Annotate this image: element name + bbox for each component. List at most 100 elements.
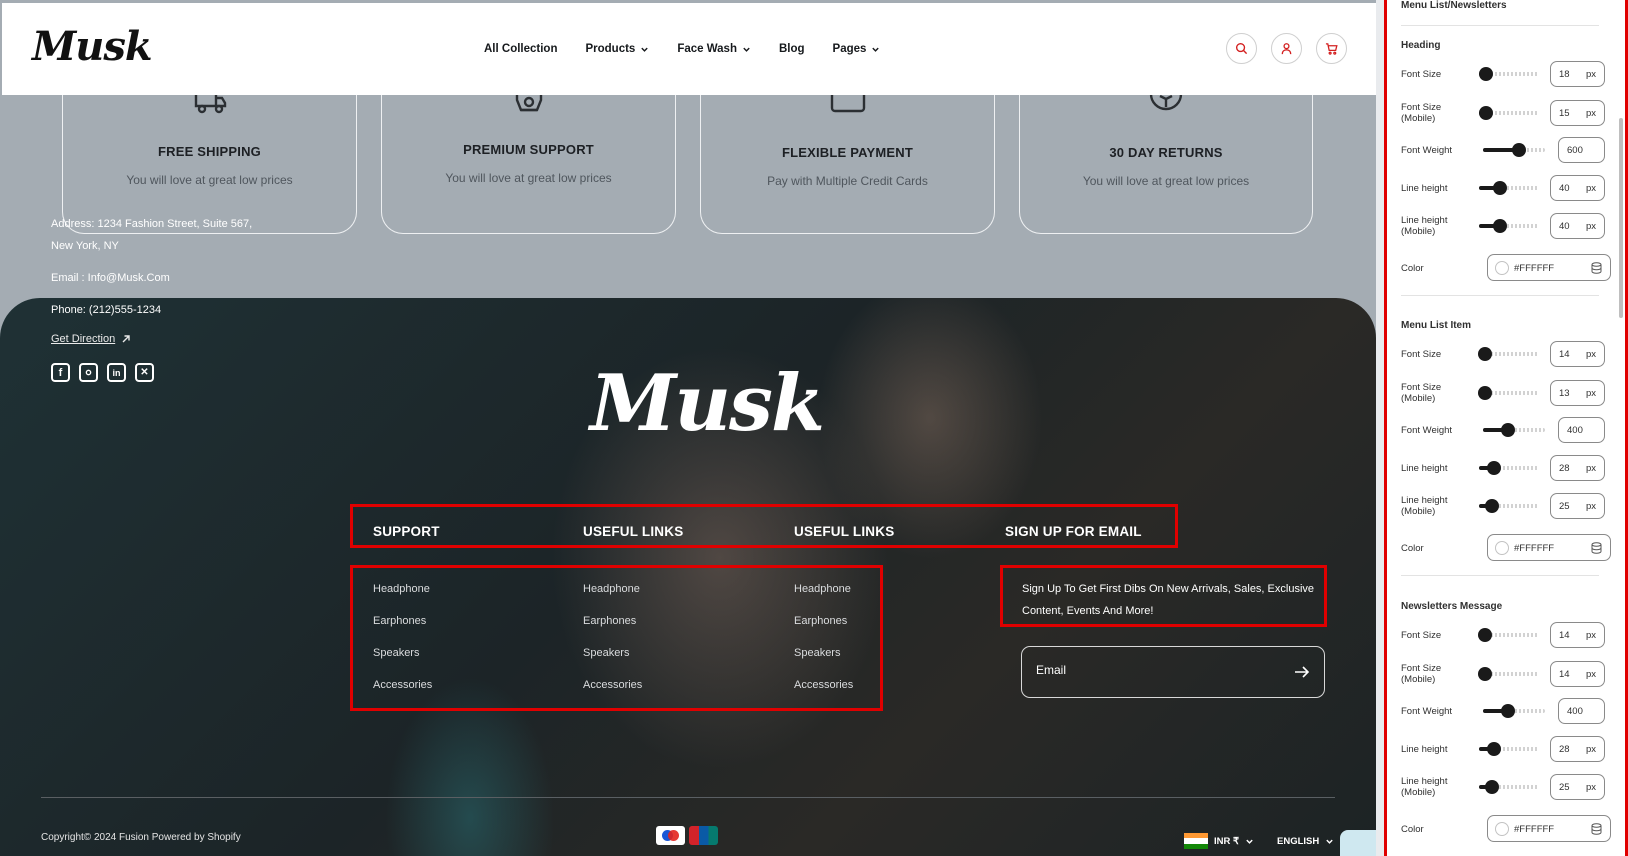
color-picker[interactable]: #FFFFFF: [1487, 254, 1611, 281]
currency-selector[interactable]: INR ₹: [1184, 833, 1254, 849]
range-slider[interactable]: [1479, 181, 1539, 195]
arrow-right-icon[interactable]: [1294, 665, 1310, 679]
email-input[interactable]: [1036, 663, 1256, 677]
range-slider[interactable]: [1478, 628, 1539, 642]
setting-label-text: Line height: [1401, 183, 1448, 194]
range-slider[interactable]: [1479, 780, 1539, 794]
database-icon[interactable]: [1591, 542, 1602, 554]
nav-face-wash[interactable]: Face Wash: [677, 43, 751, 55]
nav-products[interactable]: Products: [585, 43, 649, 55]
feature-description: You will love at great low prices: [1082, 174, 1250, 188]
number-input[interactable]: 400: [1558, 417, 1605, 443]
number-input[interactable]: 14 px: [1550, 661, 1605, 687]
account-button[interactable]: [1271, 33, 1302, 64]
get-direction-link[interactable]: Get Direction: [51, 333, 131, 345]
footer-link[interactable]: Speakers: [373, 646, 432, 678]
footer-link[interactable]: Headphone: [794, 582, 853, 614]
nav-pages[interactable]: Pages: [833, 43, 881, 55]
slider-thumb[interactable]: [1493, 181, 1507, 195]
range-slider[interactable]: [1483, 143, 1545, 157]
color-swatch[interactable]: [1495, 541, 1509, 555]
database-icon[interactable]: [1591, 823, 1602, 835]
footer-link[interactable]: Earphones: [794, 614, 853, 646]
unit-label: px: [1585, 349, 1596, 360]
help-widget-icon[interactable]: [1340, 830, 1376, 856]
nav-all-collection[interactable]: All Collection: [484, 43, 557, 55]
setting-row: Font Weight 600: [1387, 136, 1625, 164]
footer-link[interactable]: Speakers: [583, 646, 642, 678]
number-input[interactable]: 14 px: [1550, 341, 1605, 367]
footer-link[interactable]: Speakers: [794, 646, 853, 678]
number-input[interactable]: 40 px: [1550, 175, 1605, 201]
slider-thumb[interactable]: [1500, 423, 1515, 437]
slider-thumb[interactable]: [1478, 386, 1492, 400]
setting-row: Line height 28 px: [1387, 454, 1625, 482]
setting-label-text: Font Size: [1401, 630, 1442, 641]
footer-link[interactable]: Headphone: [373, 582, 432, 614]
number-input[interactable]: 28 px: [1550, 736, 1605, 762]
newsletter-email-field[interactable]: [1021, 646, 1325, 698]
slider-thumb[interactable]: [1487, 742, 1501, 756]
slider-thumb[interactable]: [1478, 628, 1492, 642]
range-slider[interactable]: [1479, 67, 1539, 81]
range-slider[interactable]: [1479, 219, 1539, 233]
instagram-icon[interactable]: [79, 363, 98, 382]
range-slider[interactable]: [1479, 106, 1539, 120]
color-picker[interactable]: #FFFFFF: [1487, 534, 1611, 561]
number-input[interactable]: 14 px: [1550, 622, 1605, 648]
range-slider[interactable]: [1483, 423, 1545, 437]
nav-blog[interactable]: Blog: [779, 43, 805, 55]
footer-link[interactable]: Earphones: [373, 614, 432, 646]
feature-title: 30 DAY RETURNS: [1109, 145, 1223, 160]
slider-thumb[interactable]: [1487, 461, 1501, 475]
slider-thumb[interactable]: [1500, 704, 1515, 718]
number-input[interactable]: 28 px: [1550, 455, 1605, 481]
number-input[interactable]: 400: [1558, 698, 1605, 724]
color-picker[interactable]: #FFFFFF: [1487, 815, 1611, 842]
search-button[interactable]: [1226, 33, 1257, 64]
number-value: 400: [1567, 706, 1583, 717]
slider-thumb[interactable]: [1479, 106, 1494, 120]
brand-logo[interactable]: Musk: [32, 23, 153, 70]
slider-thumb[interactable]: [1479, 67, 1494, 81]
number-input[interactable]: 600: [1558, 137, 1605, 163]
newsletter-message-highlight: Sign Up To Get First Dibs On New Arrival…: [1000, 565, 1327, 627]
slider-thumb[interactable]: [1511, 143, 1526, 157]
cart-button[interactable]: [1316, 33, 1347, 64]
range-slider[interactable]: [1479, 499, 1539, 513]
footer-link[interactable]: Accessories: [583, 678, 642, 710]
slider-thumb[interactable]: [1493, 219, 1507, 233]
slider-thumb[interactable]: [1478, 667, 1492, 681]
number-input[interactable]: 40 px: [1550, 213, 1605, 239]
support-links: Headphone Earphones Speakers Accessories: [373, 582, 432, 710]
range-slider[interactable]: [1478, 347, 1539, 361]
facebook-icon[interactable]: f: [51, 363, 70, 382]
setting-label-text: Font Size: [1401, 663, 1442, 674]
slider-thumb[interactable]: [1485, 499, 1500, 513]
database-icon[interactable]: [1591, 262, 1602, 274]
x-icon[interactable]: ✕: [135, 363, 154, 382]
footer-link[interactable]: Headphone: [583, 582, 642, 614]
number-input[interactable]: 15 px: [1550, 100, 1605, 126]
linkedin-icon[interactable]: in: [107, 363, 126, 382]
language-selector[interactable]: ENGLISH: [1277, 836, 1334, 847]
number-input[interactable]: 18 px: [1550, 61, 1605, 87]
range-slider[interactable]: [1479, 742, 1539, 756]
unit-label: px: [1585, 183, 1596, 194]
number-input[interactable]: 25 px: [1550, 493, 1605, 519]
range-slider[interactable]: [1478, 667, 1539, 681]
range-slider[interactable]: [1478, 386, 1539, 400]
slider-thumb[interactable]: [1478, 347, 1492, 361]
unit-label: px: [1585, 630, 1596, 641]
range-slider[interactable]: [1479, 461, 1539, 475]
footer-link[interactable]: Accessories: [794, 678, 853, 710]
slider-thumb[interactable]: [1485, 780, 1500, 794]
number-input[interactable]: 25 px: [1550, 774, 1605, 800]
footer-logo[interactable]: Musk: [590, 358, 825, 449]
footer-link[interactable]: Accessories: [373, 678, 432, 710]
range-slider[interactable]: [1483, 704, 1545, 718]
color-swatch[interactable]: [1495, 261, 1509, 275]
color-swatch[interactable]: [1495, 822, 1509, 836]
number-input[interactable]: 13 px: [1550, 380, 1605, 406]
footer-link[interactable]: Earphones: [583, 614, 642, 646]
